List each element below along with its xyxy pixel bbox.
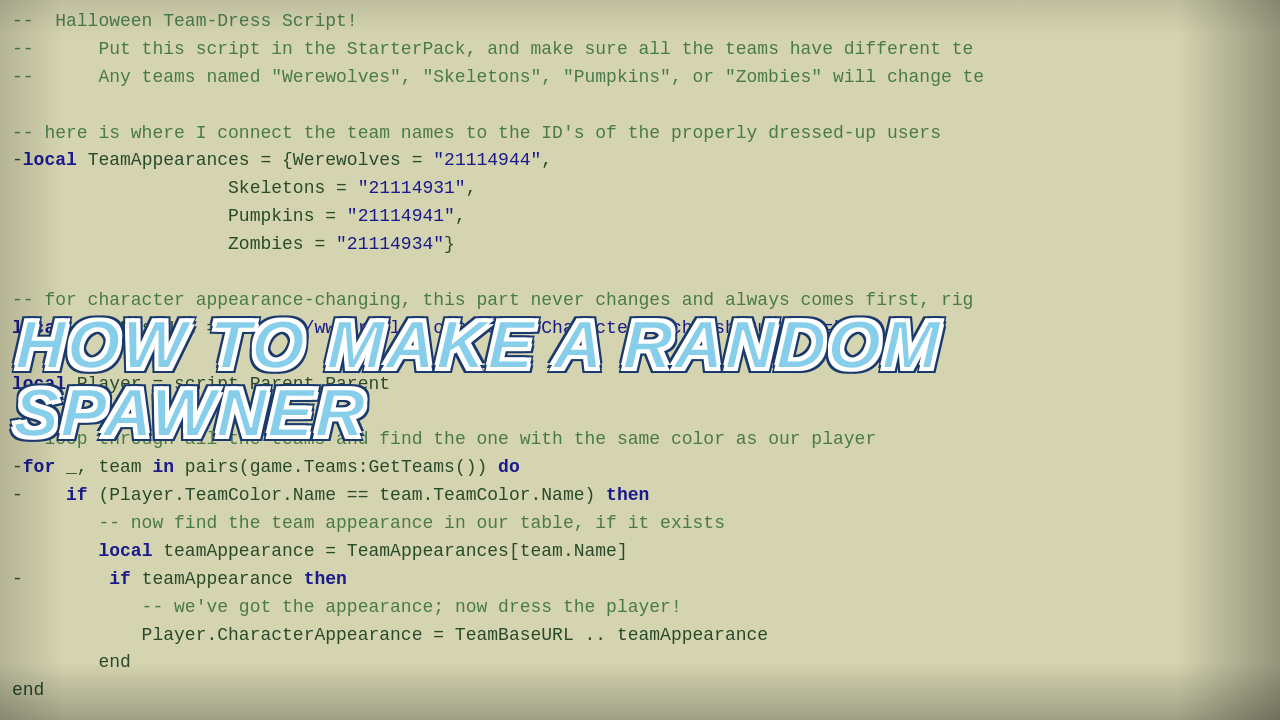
- code-line-19: -- now find the team appearance in our t…: [12, 510, 1268, 538]
- code-line-25: end: [12, 677, 1268, 705]
- code-line-5: -- here is where I connect the team name…: [12, 120, 1268, 148]
- code-line-18: - if (Player.TeamColor.Name == team.Team…: [12, 482, 1268, 510]
- code-line-20: local teamAppearance = TeamAppearances[t…: [12, 538, 1268, 566]
- code-line-3: -- Any teams named "Werewolves", "Skelet…: [12, 64, 1268, 92]
- code-line-21: - if teamAppearance then: [12, 566, 1268, 594]
- code-line-22: -- we've got the appearance; now dress t…: [12, 594, 1268, 622]
- video-title: HOW TO MAKE A RANDOM SPAWNER: [13, 310, 1280, 446]
- code-line-8: Pumpkins = "21114941",: [12, 203, 1268, 231]
- title-overlay: HOW TO MAKE A RANDOM SPAWNER: [15, 310, 1280, 446]
- code-line-7: Skeletons = "21114931",: [12, 175, 1268, 203]
- code-line-4: [12, 92, 1268, 120]
- code-line-2: -- Put this script in the StarterPack, a…: [12, 36, 1268, 64]
- code-line-10: [12, 259, 1268, 287]
- code-line-17: -for _, team in pairs(game.Teams:GetTeam…: [12, 454, 1268, 482]
- code-line-1: -- Halloween Team-Dress Script!: [12, 8, 1268, 36]
- code-line-6: -local TeamAppearances = {Werewolves = "…: [12, 147, 1268, 175]
- code-line-24: end: [12, 649, 1268, 677]
- code-line-9: Zombies = "21114934"}: [12, 231, 1268, 259]
- code-line-23: Player.CharacterAppearance = TeamBaseURL…: [12, 622, 1268, 650]
